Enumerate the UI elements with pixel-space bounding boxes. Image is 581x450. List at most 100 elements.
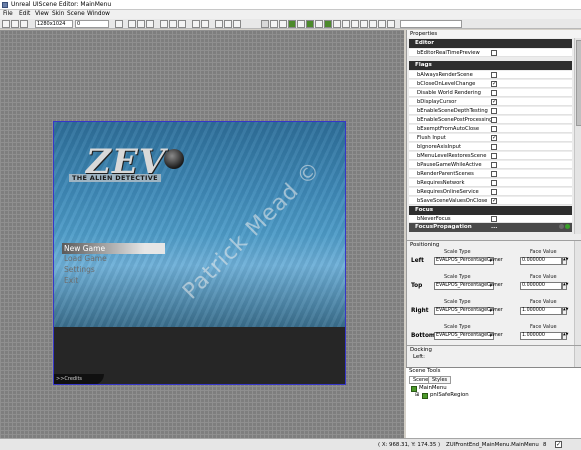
resolution-select[interactable]: 1280x1024: [35, 20, 73, 28]
prop-row[interactable]: bPauseGameWhileActive: [409, 161, 572, 169]
widget-checkbox-icon[interactable]: [333, 20, 341, 28]
snap-checkbox[interactable]: ✓: [555, 441, 562, 448]
scale-type-select[interactable]: EVALPOS_PercentageOwner ▾: [434, 282, 503, 290]
prop-row[interactable]: bAlwaysRenderScene: [409, 71, 572, 79]
face-value-input[interactable]: 0.000000: [520, 257, 562, 265]
prop-row[interactable]: bCloseOnLevelChange ✓: [409, 80, 572, 88]
prop-checkbox[interactable]: [491, 72, 497, 78]
prop-row[interactable]: bRequiresOnlineService: [409, 188, 572, 196]
value-spinner[interactable]: ▲▼: [562, 332, 568, 340]
face-value-input[interactable]: 1.000000: [520, 307, 562, 315]
prop-row[interactable]: bIgnoreAxisInput: [409, 143, 572, 151]
menu-scene[interactable]: Scene: [67, 11, 85, 18]
preview-icon[interactable]: [233, 20, 241, 28]
prop-checkbox[interactable]: [491, 180, 497, 186]
prop-checkbox[interactable]: [491, 108, 497, 114]
widget-type-select[interactable]: [400, 20, 462, 28]
prop-row[interactable]: bRequiresNetwork: [409, 179, 572, 187]
widget-list-icon[interactable]: [324, 20, 332, 28]
align-middle-icon[interactable]: [169, 20, 177, 28]
positioning-scrollbar[interactable]: [574, 241, 581, 346]
prop-row[interactable]: bEditorRealTimePreview: [409, 49, 572, 57]
scene-viewport[interactable]: ZEV THE ALIEN DETECTIVE New Game Load Ga…: [0, 30, 404, 438]
widget-combo-icon[interactable]: [387, 20, 395, 28]
menu-view[interactable]: View: [35, 11, 49, 18]
editor-section-header[interactable]: Editor: [409, 39, 572, 48]
prop-checkbox[interactable]: [491, 216, 497, 222]
settings-button[interactable]: Settings: [64, 265, 95, 274]
prop-row[interactable]: bEnableSceneDepthTesting: [409, 107, 572, 115]
menu-file[interactable]: File: [3, 11, 13, 18]
new-game-button[interactable]: New Game: [64, 244, 105, 253]
prop-checkbox[interactable]: ✓: [491, 99, 497, 105]
expand-icon[interactable]: ⊞: [415, 392, 419, 399]
properties-scrollbar[interactable]: [574, 38, 581, 234]
focus-chain-icon[interactable]: [279, 20, 287, 28]
widget-scrollbar-icon[interactable]: [369, 20, 377, 28]
snap-icon[interactable]: [215, 20, 223, 28]
menu-edit[interactable]: Edit: [19, 11, 30, 18]
widget-image-icon[interactable]: [306, 20, 314, 28]
focus-propagation-row[interactable]: FocusPropagation ...: [409, 223, 572, 232]
scene-preview[interactable]: ZEV THE ALIEN DETECTIVE New Game Load Ga…: [53, 121, 346, 385]
align-bottom-icon[interactable]: [178, 20, 186, 28]
prop-row[interactable]: bEnableScenePostProcessing: [409, 116, 572, 124]
prop-row[interactable]: bDisplayCursor ✓: [409, 98, 572, 106]
focus-section-header[interactable]: Focus: [409, 206, 572, 215]
save-icon[interactable]: [20, 20, 28, 28]
prop-checkbox[interactable]: [491, 153, 497, 159]
prop-checkbox[interactable]: ✓: [491, 198, 497, 204]
face-value-input[interactable]: 0.000000: [520, 282, 562, 290]
prop-row[interactable]: bSaveSceneValuesOnClose ✓: [409, 197, 572, 205]
tree-item-mainmenu[interactable]: MainMenu: [419, 385, 447, 392]
prop-row[interactable]: bRenderParentScenes: [409, 170, 572, 178]
properties-scroll-thumb[interactable]: [576, 40, 581, 126]
scale-type-select[interactable]: EVALPOS_PercentageOwner ▾: [434, 307, 503, 315]
widget-slider-icon[interactable]: [351, 20, 359, 28]
outline-icon[interactable]: [224, 20, 232, 28]
prop-checkbox[interactable]: [491, 126, 497, 132]
prop-checkbox[interactable]: [491, 144, 497, 150]
widget-label-icon[interactable]: [288, 20, 296, 28]
scale-type-select[interactable]: EVALPOS_PercentageOwner ▾: [434, 257, 503, 265]
widget-tab-icon[interactable]: [378, 20, 386, 28]
scale-type-select[interactable]: EVALPOS_PercentageOwner ▾: [434, 332, 503, 340]
prop-checkbox[interactable]: [491, 117, 497, 123]
prop-checkbox[interactable]: ✓: [491, 135, 497, 141]
prop-row[interactable]: Flush Input ✓: [409, 134, 572, 142]
face-value-input[interactable]: 1.000000: [520, 332, 562, 340]
prop-row[interactable]: Disable World Rendering: [409, 89, 572, 97]
tree-item-pnlsaferegion[interactable]: pnlSafeRegion: [430, 392, 469, 399]
widget-progress-icon[interactable]: [360, 20, 368, 28]
credits-label[interactable]: >>Credits: [56, 376, 82, 382]
prop-checkbox[interactable]: [491, 162, 497, 168]
tab-styles[interactable]: Styles: [428, 376, 452, 384]
value-spinner[interactable]: ▲▼: [562, 307, 568, 315]
prop-row[interactable]: bNeverFocus: [409, 215, 572, 223]
flags-section-header[interactable]: Flags: [409, 61, 572, 70]
value-spinner[interactable]: ▲▼: [562, 257, 568, 265]
menu-skin[interactable]: Skin: [52, 11, 64, 18]
prop-checkbox[interactable]: [491, 50, 497, 56]
prop-row[interactable]: bMenuLevelRestoresScene: [409, 152, 572, 160]
widget-panel-icon[interactable]: [315, 20, 323, 28]
open-icon[interactable]: [11, 20, 19, 28]
menu-window[interactable]: Window: [87, 11, 110, 18]
reset-icon[interactable]: [559, 224, 564, 229]
value-input[interactable]: 0: [75, 20, 109, 28]
align-top-icon[interactable]: [160, 20, 168, 28]
prop-checkbox[interactable]: [491, 189, 497, 195]
prop-checkbox[interactable]: [491, 90, 497, 96]
add-icon[interactable]: [565, 224, 570, 229]
prop-row[interactable]: bExemptFromAutoClose: [409, 125, 572, 133]
distribute-h-icon[interactable]: [192, 20, 200, 28]
move-tool-icon[interactable]: [270, 20, 278, 28]
widget-button-icon[interactable]: [297, 20, 305, 28]
prop-checkbox[interactable]: ✓: [491, 81, 497, 87]
widget-editbox-icon[interactable]: [342, 20, 350, 28]
toggle-grid-icon[interactable]: [115, 20, 123, 28]
docking-scrollbar[interactable]: [574, 346, 581, 368]
exit-button[interactable]: Exit: [64, 276, 78, 285]
prop-checkbox[interactable]: [491, 171, 497, 177]
new-icon[interactable]: [2, 20, 10, 28]
